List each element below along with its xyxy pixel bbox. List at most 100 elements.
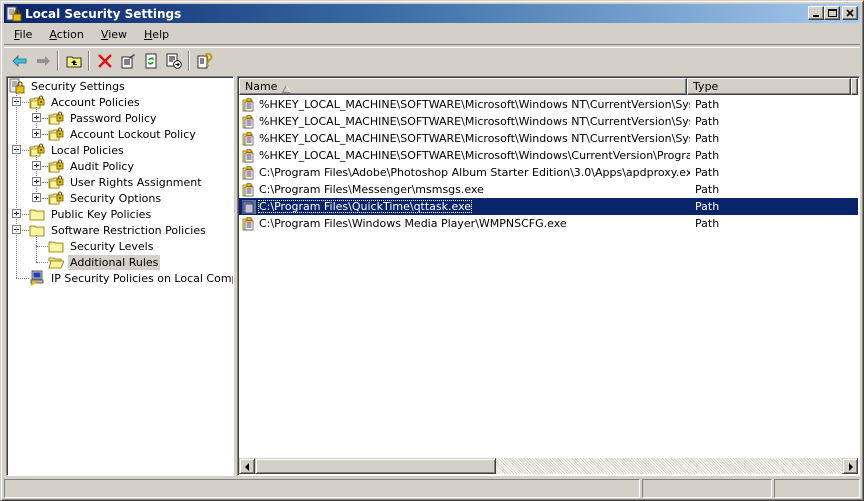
rule-type: Path	[695, 217, 720, 230]
forward-button[interactable]	[31, 50, 54, 72]
tree-item-security-settings[interactable]: Security Settings	[7, 78, 233, 94]
path-rule-icon	[242, 114, 256, 129]
folder-icon	[29, 206, 45, 222]
back-button[interactable]	[8, 50, 31, 72]
list-row[interactable]: %HKEY_LOCAL_MACHINE\SOFTWARE\Microsoft\W…	[239, 130, 858, 147]
console-tree[interactable]: Security Settings Account Policies Passwor…	[6, 76, 234, 476]
folder-icon	[29, 222, 45, 238]
help-button[interactable]	[193, 50, 216, 72]
export-list-icon	[166, 53, 182, 69]
menu-view[interactable]: View	[91, 28, 134, 41]
horizontal-scrollbar[interactable]	[239, 458, 858, 474]
list-row[interactable]: C:\Program Files\QuickTime\qttask.exe Pat…	[239, 198, 858, 215]
path-rule-icon	[242, 199, 256, 214]
scroll-right-button[interactable]	[842, 458, 858, 474]
list-row[interactable]: %HKEY_LOCAL_MACHINE\SOFTWARE\Microsoft\W…	[239, 96, 858, 113]
tree-item-user-rights-assignment[interactable]: User Rights Assignment	[7, 174, 233, 190]
scroll-left-button[interactable]	[239, 458, 255, 474]
list-rows: %HKEY_LOCAL_MACHINE\SOFTWARE\Microsoft\W…	[239, 96, 858, 232]
policy-folder-icon	[48, 158, 64, 174]
list-row[interactable]: C:\Program Files\Messenger\msmsgs.exe Pat…	[239, 181, 858, 198]
tree-item-label: Local Policies	[51, 143, 124, 157]
menu-bar: File Action View Help	[4, 25, 860, 45]
tree-item-label: Security Options	[70, 191, 162, 205]
tree-item-label: User Rights Assignment	[70, 175, 202, 189]
tree-item-account-policies[interactable]: Account Policies	[7, 94, 233, 110]
policy-folder-icon	[48, 110, 64, 126]
menu-file[interactable]: File	[4, 28, 39, 41]
cell-name: C:\Program Files\Messenger\msmsgs.exe	[239, 182, 690, 197]
menu-action-label: ction	[56, 28, 84, 41]
open-folder-icon	[48, 254, 65, 270]
tree-item-local-policies[interactable]: Local Policies	[7, 142, 233, 158]
tree-connector	[22, 214, 29, 215]
tree-item-audit-policy[interactable]: Audit Policy	[7, 158, 233, 174]
column-header-filler	[851, 78, 858, 95]
column-header-type-label: Type	[693, 80, 719, 93]
status-panel-2	[642, 479, 772, 498]
menu-help[interactable]: Help	[134, 28, 176, 41]
rule-name: C:\Program Files\Messenger\msmsgs.exe	[259, 183, 484, 196]
sort-ascending-icon	[281, 82, 292, 97]
tree-connector	[36, 107, 37, 134]
tree-connector	[22, 150, 29, 151]
window-title: Local Security Settings	[25, 6, 182, 21]
app-window: Local Security Settings File Action View…	[0, 0, 864, 501]
tree-item-software-restriction-policies[interactable]: Software Restriction Policies	[7, 222, 233, 238]
scrollbar-thumb[interactable]	[255, 458, 496, 474]
list-header: Name Type	[239, 78, 858, 95]
tree-connector	[16, 91, 17, 278]
tree-item-public-key-policies[interactable]: Public Key Policies	[7, 206, 233, 222]
folder-icon	[48, 238, 64, 254]
export-list-button[interactable]	[162, 50, 185, 72]
title-bar[interactable]: Local Security Settings	[4, 4, 860, 23]
tree-item-security-options[interactable]: Security Options	[7, 190, 233, 206]
details-list[interactable]: Name Type %HKEY_LOCAL_MACHINE\SOFTWARE\M…	[237, 76, 860, 476]
tree-item-label: IP Security Policies on Local Computer	[51, 271, 233, 285]
list-row[interactable]: %HKEY_LOCAL_MACHINE\SOFTWARE\Microsoft\W…	[239, 147, 858, 164]
column-header-name-label: Name	[245, 80, 278, 93]
up-folder-icon	[66, 56, 81, 67]
minimize-button[interactable]	[808, 6, 824, 20]
menu-action-accel: A	[49, 28, 57, 41]
tree-item-ip-security-policies-on-local-computer[interactable]: IP Security Policies on Local Computer	[7, 270, 233, 286]
help-icon	[197, 52, 212, 68]
toolbar-separator	[88, 50, 90, 71]
policy-folder-icon	[48, 126, 64, 142]
maximize-button[interactable]	[824, 6, 840, 20]
tree-item-label: Password Policy	[70, 111, 157, 125]
ip-security-icon	[29, 270, 45, 286]
forward-arrow-icon	[36, 55, 50, 66]
tree-connector	[36, 235, 37, 262]
refresh-button[interactable]	[139, 50, 162, 72]
tree-item-account-lockout-policy[interactable]: Account Lockout Policy	[7, 126, 233, 142]
cell-name: C:\Program Files\Adobe\Photoshop Album S…	[239, 165, 690, 180]
menu-file-label: ile	[19, 28, 33, 41]
scroll-right-arrow-icon	[849, 463, 853, 471]
menu-view-label: iew	[108, 28, 128, 41]
security-settings-icon	[9, 78, 25, 94]
tree-item-password-policy[interactable]: Password Policy	[7, 110, 233, 126]
minimize-icon	[813, 15, 819, 17]
cell-name: %HKEY_LOCAL_MACHINE\SOFTWARE\Microsoft\W…	[239, 148, 690, 163]
up-one-level-button[interactable]	[62, 50, 85, 72]
rule-type: Path	[695, 149, 720, 162]
tree-item-security-levels[interactable]: Security Levels	[7, 238, 233, 254]
list-row[interactable]: C:\Program Files\Adobe\Photoshop Album S…	[239, 164, 858, 181]
rule-name: C:\Program Files\Adobe\Photoshop Album S…	[259, 166, 690, 179]
tree-item-additional-rules[interactable]: Additional Rules	[7, 254, 233, 270]
tree-item-label: Security Levels	[70, 239, 154, 253]
delete-button[interactable]	[93, 50, 116, 72]
properties-button[interactable]	[116, 50, 139, 72]
column-header-type[interactable]: Type	[687, 78, 851, 95]
path-rule-icon	[242, 216, 256, 231]
status-panel-main	[4, 479, 640, 498]
menu-action[interactable]: Action	[39, 28, 90, 41]
tree-connector	[36, 246, 48, 247]
column-header-name[interactable]: Name	[239, 78, 688, 97]
list-row[interactable]: %HKEY_LOCAL_MACHINE\SOFTWARE\Microsoft\W…	[239, 113, 858, 130]
path-rule-icon	[242, 131, 256, 146]
close-button[interactable]	[842, 6, 858, 20]
list-row[interactable]: C:\Program Files\Windows Media Player\WM…	[239, 215, 858, 232]
rule-type: Path	[695, 132, 720, 145]
